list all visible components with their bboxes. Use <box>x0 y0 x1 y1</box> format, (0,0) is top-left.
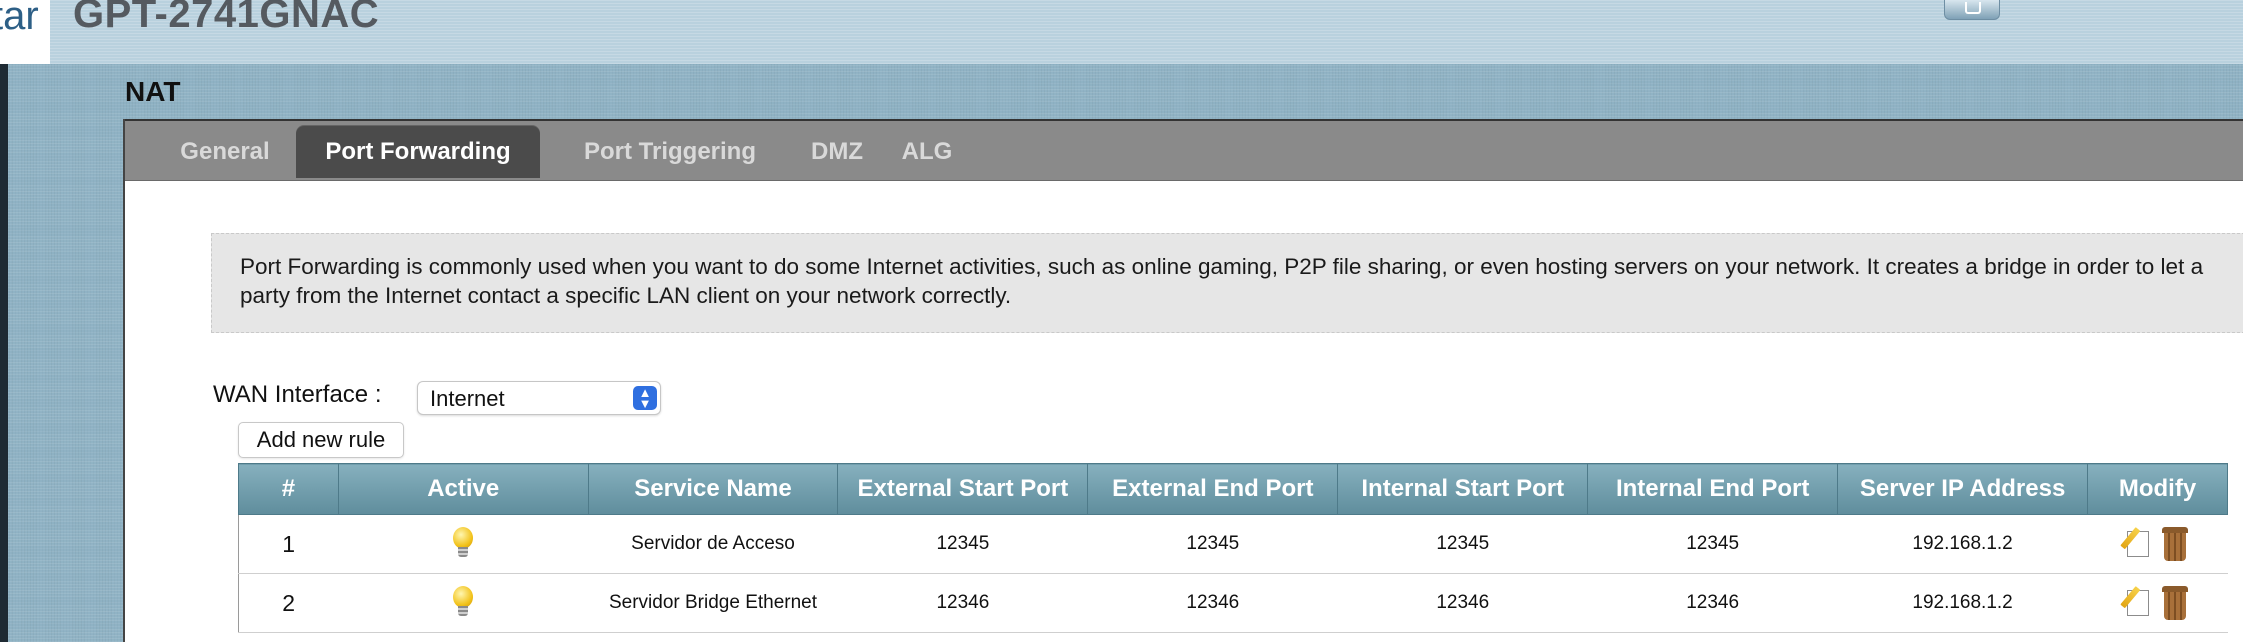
internal-start-port: 12345 <box>1337 514 1588 574</box>
internal-end-port: 12345 <box>1587 514 1838 574</box>
port-forwarding-table: # Active Service Name External Start Por… <box>238 463 2228 633</box>
trash-icon[interactable] <box>2162 527 2189 561</box>
internal-start-port: 12346 <box>1337 573 1588 633</box>
select-arrows-icon: ▲ ▼ <box>633 386 657 410</box>
row-number: 2 <box>238 573 339 633</box>
brand-logo: tar <box>0 0 50 64</box>
table-row: 1 Servidor de Acceso 12345 12345 12345 1… <box>238 514 2228 574</box>
logout-button[interactable] <box>1944 0 2000 20</box>
tab-dmz[interactable]: DMZ <box>797 125 877 178</box>
internal-end-port: 12346 <box>1587 573 1838 633</box>
add-new-rule-button[interactable]: Add new rule <box>238 422 404 458</box>
server-ip-address: 192.168.1.2 <box>1837 514 2088 574</box>
info-text: Port Forwarding is commonly used when yo… <box>240 254 2204 308</box>
active-cell <box>338 514 589 574</box>
trash-icon[interactable] <box>2162 586 2189 620</box>
service-name: Servidor Bridge Ethernet <box>588 573 838 633</box>
external-start-port: 12345 <box>837 514 1088 574</box>
modify-cell <box>2087 573 2228 633</box>
page-title: NAT <box>125 76 181 107</box>
table-header-row: # Active Service Name External Start Por… <box>238 463 2228 515</box>
col-header-modify: Modify <box>2087 463 2228 515</box>
col-header-number: # <box>238 463 339 515</box>
col-header-server-ip-address: Server IP Address <box>1837 463 2089 515</box>
row-number: 1 <box>238 514 339 574</box>
col-header-internal-end-port: Internal End Port <box>1587 463 1839 515</box>
server-ip-address: 192.168.1.2 <box>1837 573 2088 633</box>
header-bar: tar GPT-2741GNAC <box>0 0 2243 64</box>
wan-interface-value: Internet <box>430 386 505 411</box>
wan-interface-label: WAN Interface : <box>213 381 382 408</box>
left-rail <box>0 64 8 642</box>
logout-icon <box>1965 2 1981 14</box>
tab-port-triggering[interactable]: Port Triggering <box>555 125 785 178</box>
service-name: Servidor de Acceso <box>588 514 838 574</box>
external-start-port: 12346 <box>837 573 1088 633</box>
tab-general[interactable]: General <box>155 125 295 178</box>
modify-cell <box>2087 514 2228 574</box>
nat-panel: General Port Forwarding Port Triggering … <box>123 119 2243 642</box>
external-end-port: 12346 <box>1087 573 1338 633</box>
active-cell <box>338 573 589 633</box>
device-title: GPT-2741GNAC <box>73 0 380 36</box>
logo-text: tar <box>0 0 39 38</box>
col-header-external-start-port: External Start Port <box>837 463 1089 515</box>
external-end-port: 12345 <box>1087 514 1338 574</box>
col-header-service-name: Service Name <box>587 463 839 515</box>
tab-port-forwarding[interactable]: Port Forwarding <box>296 125 540 178</box>
lightbulb-icon[interactable] <box>452 586 474 620</box>
col-header-active: Active <box>337 463 589 515</box>
table-row: 2 Servidor Bridge Ethernet 12346 12346 1… <box>238 573 2228 633</box>
col-header-internal-start-port: Internal Start Port <box>1337 463 1589 515</box>
tab-bar: General Port Forwarding Port Triggering … <box>125 119 2243 181</box>
col-header-external-end-port: External End Port <box>1087 463 1339 515</box>
wan-interface-select[interactable]: Internet ▲ ▼ <box>417 381 661 415</box>
edit-icon[interactable] <box>2120 527 2153 559</box>
tab-alg[interactable]: ALG <box>887 125 967 178</box>
lightbulb-icon[interactable] <box>452 527 474 561</box>
edit-icon[interactable] <box>2120 586 2153 618</box>
info-box: Port Forwarding is commonly used when yo… <box>211 233 2243 333</box>
